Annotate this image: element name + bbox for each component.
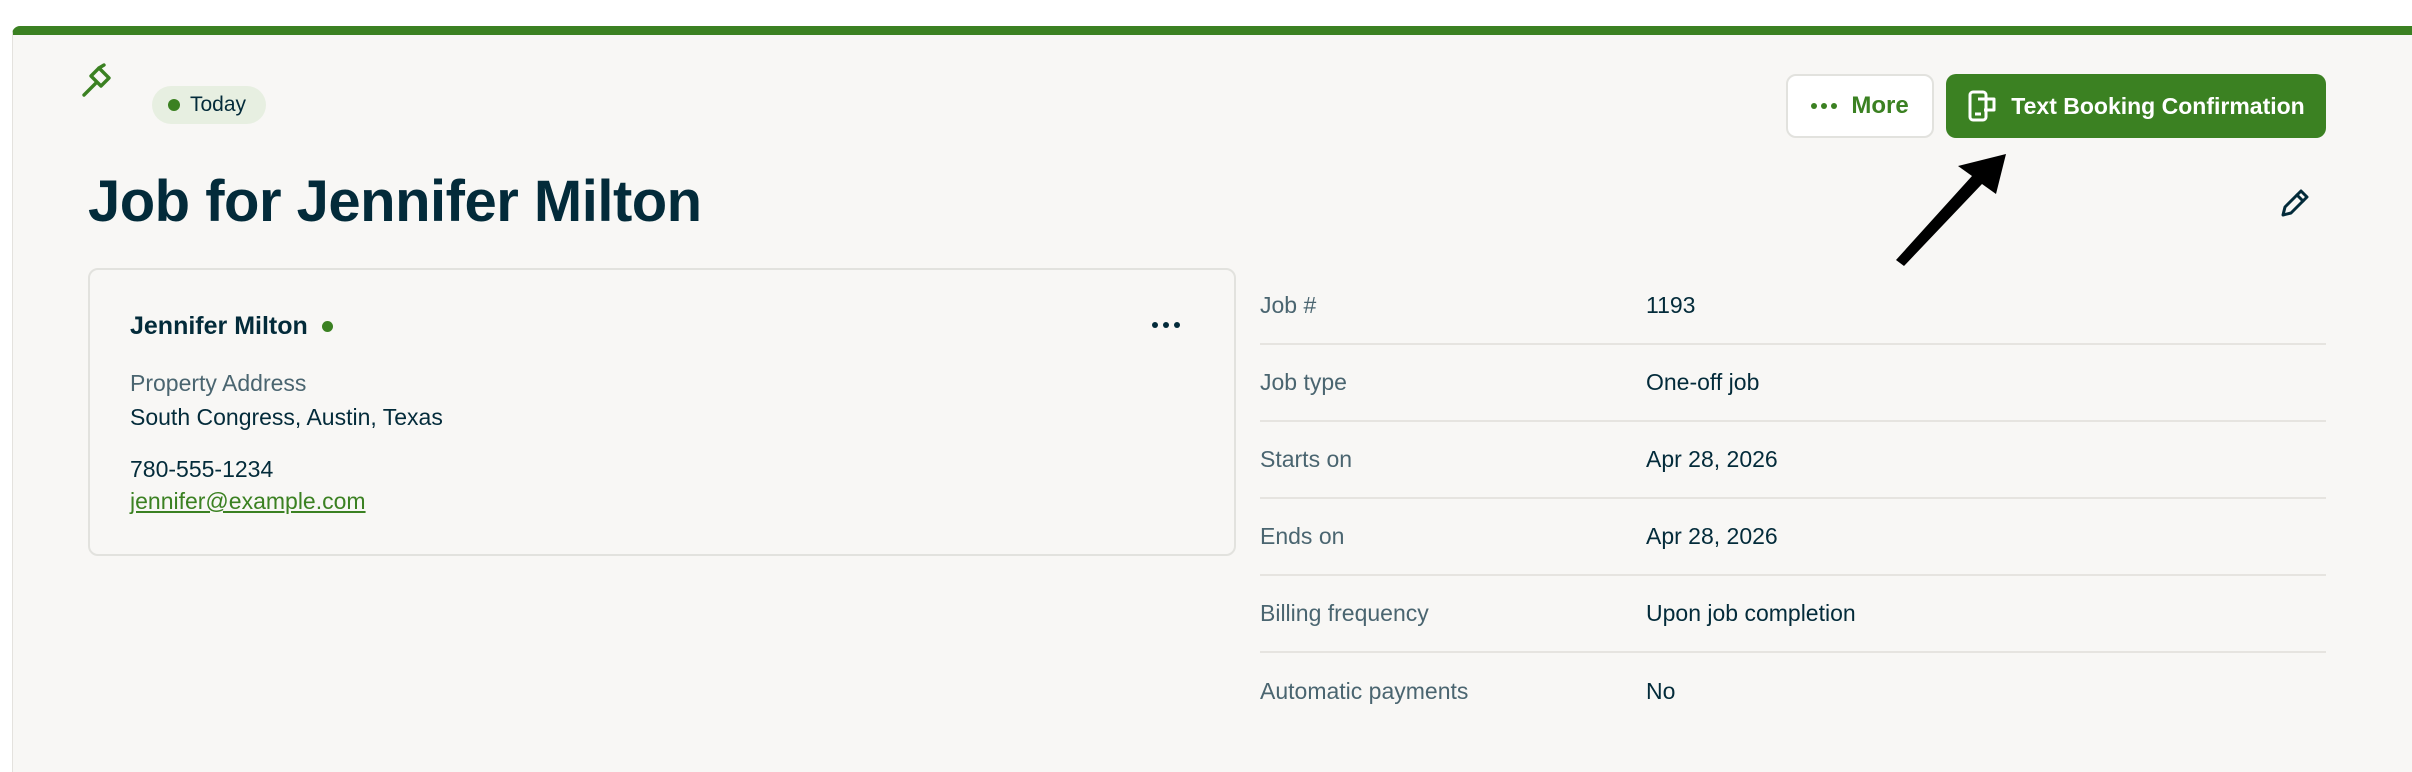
- client-status-dot: [321, 321, 333, 332]
- badge-label: Today: [190, 93, 247, 116]
- job-details-list: Job # 1193 Job type One-off job Starts o…: [1260, 268, 2326, 730]
- detail-row-billing-frequency: Billing frequency Upon job completion: [1260, 576, 2326, 653]
- detail-row-ends-on: Ends on Apr 28, 2026: [1260, 499, 2326, 576]
- more-dots-icon: [1811, 103, 1838, 109]
- detail-row-job-type: Job type One-off job: [1260, 345, 2326, 422]
- detail-label: Billing frequency: [1260, 600, 1429, 626]
- detail-label: Job type: [1260, 369, 1347, 395]
- detail-label: Ends on: [1260, 523, 1345, 549]
- page-title: Job for Jennifer Milton: [88, 169, 702, 234]
- more-label: More: [1851, 92, 1909, 119]
- pencil-icon[interactable]: [2276, 184, 2314, 222]
- mobile-message-icon: [1968, 90, 1996, 122]
- client-email-link[interactable]: jennifer@example.com: [130, 488, 366, 515]
- arrow-pointer: [1896, 154, 2006, 266]
- client-phone: 780-555-1234: [130, 456, 274, 482]
- schedule-badge: Today: [152, 86, 267, 124]
- more-button[interactable]: More: [1786, 74, 1934, 138]
- property-address-label: Property Address: [130, 370, 307, 396]
- detail-value: One-off job: [1646, 369, 1760, 395]
- detail-value: Apr 28, 2026: [1646, 446, 1778, 472]
- detail-label: Job #: [1260, 292, 1317, 318]
- hammer-icon: [82, 63, 111, 97]
- detail-value: 1193: [1646, 292, 1696, 318]
- detail-value: Upon job completion: [1646, 600, 1856, 626]
- detail-label: Automatic payments: [1260, 678, 1469, 704]
- primary-action-label: Text Booking Confirmation: [2011, 92, 2305, 119]
- status-dot: [168, 99, 180, 111]
- detail-value: No: [1646, 678, 1676, 704]
- detail-row-job-number: Job # 1193: [1260, 268, 2326, 345]
- client-card: Jennifer Milton Property Address South C…: [88, 268, 1236, 556]
- property-address-value: South Congress, Austin, Texas: [130, 404, 443, 430]
- detail-row-automatic-payments: Automatic payments No: [1260, 653, 2326, 730]
- client-menu-button[interactable]: [1152, 322, 1180, 328]
- detail-value: Apr 28, 2026: [1646, 523, 1778, 549]
- client-name[interactable]: Jennifer Milton: [130, 312, 333, 341]
- detail-row-starts-on: Starts on Apr 28, 2026: [1260, 422, 2326, 499]
- client-name-text: Jennifer Milton: [130, 312, 308, 340]
- text-booking-confirmation-button[interactable]: Text Booking Confirmation: [1946, 74, 2326, 138]
- detail-label: Starts on: [1260, 446, 1353, 472]
